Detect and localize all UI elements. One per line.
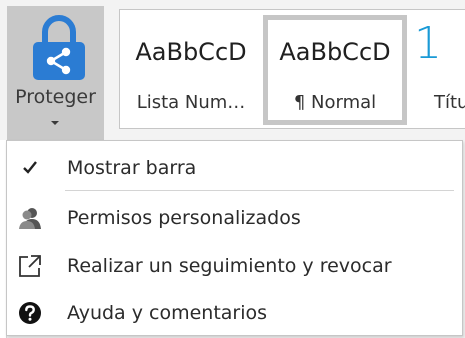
external-link-icon — [19, 255, 41, 277]
menu-item-ayuda-comentarios[interactable]: Ayuda y comentarios — [7, 292, 462, 332]
menu-item-label: Realizar un seguimiento y revocar — [67, 255, 392, 277]
menu-item-label: Mostrar barra — [67, 157, 197, 179]
menu-separator — [65, 190, 454, 191]
menu-item-label: Permisos personalizados — [67, 207, 301, 229]
menu-item-permisos-personalizados[interactable]: Permisos personalizados — [7, 197, 462, 237]
checkmark-icon — [23, 161, 37, 174]
protect-button[interactable]: Proteger — [7, 6, 104, 140]
protect-dropdown-menu: Mostrar barra Permisos personalizados Re… — [6, 140, 463, 336]
style-tile-titulo[interactable]: 1 Títu — [412, 10, 465, 128]
lock-share-icon — [33, 15, 85, 80]
style-sample: AaBbCcD — [279, 38, 391, 66]
chevron-down-icon — [51, 121, 59, 125]
help-icon — [19, 302, 41, 324]
menu-item-label: Ayuda y comentarios — [67, 302, 268, 324]
ribbon: Proteger AaBbCcD Lista Num… AaBbCcD ¶ No… — [0, 0, 465, 140]
style-tile-lista-numerada[interactable]: AaBbCcD Lista Num… — [120, 10, 262, 128]
style-name: Lista Num… — [136, 92, 246, 113]
style-sample: AaBbCcD — [135, 38, 247, 66]
style-sample: 1 — [414, 18, 442, 69]
person-permissions-icon — [19, 208, 41, 229]
style-name: ¶ Normal — [293, 92, 377, 113]
menu-item-seguimiento-revocar[interactable]: Realizar un seguimiento y revocar — [7, 245, 462, 285]
protect-button-label: Proteger — [15, 86, 96, 108]
styles-gallery: AaBbCcD Lista Num… AaBbCcD ¶ Normal 1 Tí… — [119, 9, 465, 129]
menu-item-mostrar-barra[interactable]: Mostrar barra — [7, 147, 462, 187]
style-name: Títu — [434, 92, 465, 113]
style-tile-normal[interactable]: AaBbCcD ¶ Normal — [263, 15, 407, 125]
